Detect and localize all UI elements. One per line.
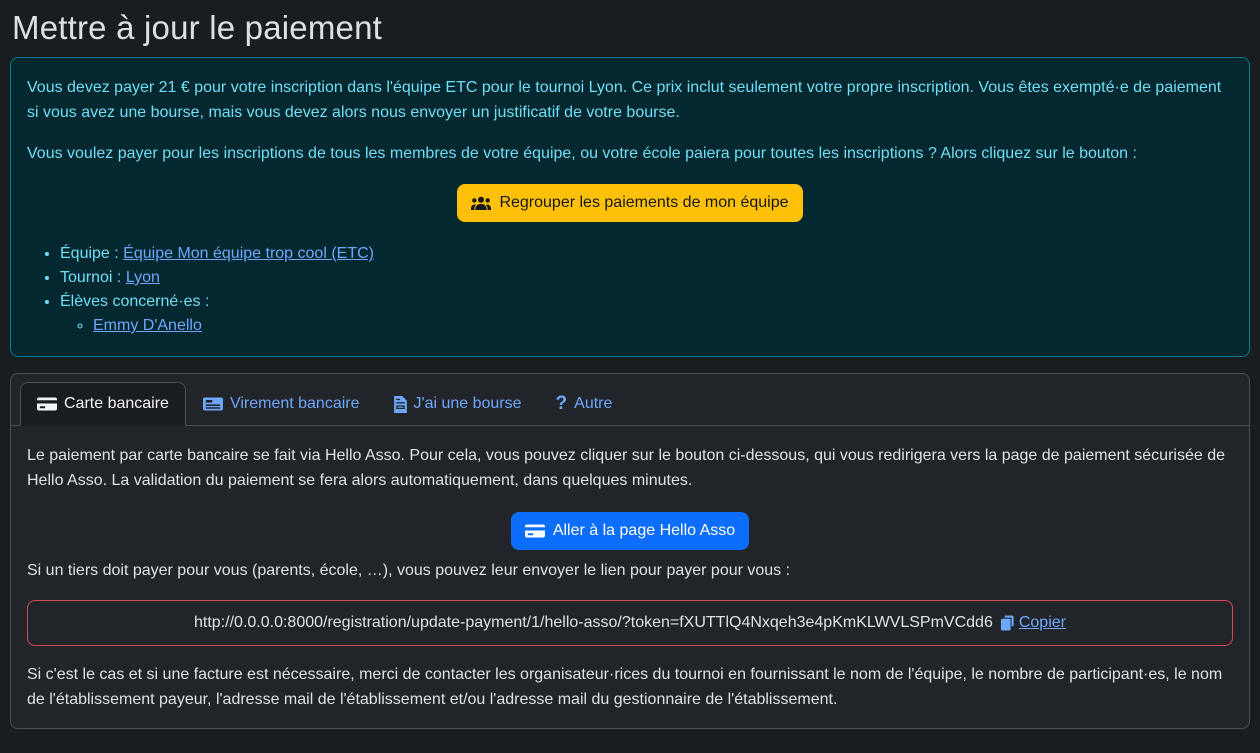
file-invoice-icon [394,396,407,413]
panel-paragraph-invoice: Si c'est le cas et si une facture est né… [27,662,1233,712]
list-item-tournament: Tournoi : Lyon [60,266,1233,290]
payment-methods-card: Carte bancaire Virement bancaire J'ai un… [10,373,1250,729]
group-payments-button-label: Regrouper les paiements de mon équipe [499,191,788,215]
list-item-students: Élèves concerné·es : Emmy D'Anello [60,290,1233,338]
payment-info-alert: Vous devez payer 21 € pour votre inscrip… [10,57,1250,357]
tab-label: Virement bancaire [230,391,360,417]
tab-label: Carte bancaire [64,391,169,417]
page-title: Mettre à jour le paiement [10,0,1250,57]
page-container: Mettre à jour le paiement Vous devez pay… [0,0,1260,729]
tab-jai-une-bourse[interactable]: J'ai une bourse [377,382,539,426]
users-icon [471,195,491,211]
list-item-team: Équipe : Équipe Mon équipe trop cool (ET… [60,242,1233,266]
payment-method-tabs: Carte bancaire Virement bancaire J'ai un… [11,374,1249,426]
copy-link-label: Copier [1019,611,1066,635]
helloasso-button-row: Aller à la page Hello Asso [27,512,1233,550]
student-link[interactable]: Emmy D'Anello [93,317,202,334]
card-tab-panel: Le paiement par carte bancaire se fait v… [11,426,1249,728]
alert-paragraph-group: Vous voulez payer pour les inscriptions … [27,141,1233,166]
tournament-label: Tournoi : [60,269,121,286]
tab-virement-bancaire[interactable]: Virement bancaire [186,382,377,426]
group-payment-button-row: Regrouper les paiements de mon équipe [27,184,1233,222]
copy-icon [1000,615,1015,631]
alert-paragraph-price: Vous devez payer 21 € pour votre inscrip… [27,75,1233,125]
team-link[interactable]: Équipe Mon équipe trop cool (ETC) [123,245,374,262]
credit-card-icon [37,396,57,412]
list-item-student: Emmy D'Anello [93,314,1233,338]
tab-label: J'ai une bourse [414,391,522,417]
copy-link[interactable]: Copier [1000,611,1066,635]
students-sub-list: Emmy D'Anello [60,314,1233,338]
tab-label: Autre [574,391,612,417]
payment-link-url: http://0.0.0.0:8000/registration/update-… [194,611,993,635]
group-payments-button[interactable]: Regrouper les paiements de mon équipe [457,184,802,222]
panel-paragraph-third-party: Si un tiers doit payer pour vous (parent… [27,558,1233,583]
payment-link-box: http://0.0.0.0:8000/registration/update-… [27,600,1233,646]
helloasso-button-label: Aller à la page Hello Asso [553,519,735,543]
students-label: Élèves concerné·es : [60,293,209,310]
tab-autre[interactable]: ? Autre [539,382,630,426]
registration-info-list: Équipe : Équipe Mon équipe trop cool (ET… [27,242,1233,338]
credit-card-icon [525,523,545,539]
helloasso-button[interactable]: Aller à la page Hello Asso [511,512,749,550]
team-label: Équipe : [60,245,119,262]
money-check-icon [203,396,223,412]
panel-paragraph-helloasso: Le paiement par carte bancaire se fait v… [27,443,1233,493]
tab-carte-bancaire[interactable]: Carte bancaire [20,382,186,426]
question-icon: ? [556,393,568,415]
tournament-link[interactable]: Lyon [126,269,160,286]
